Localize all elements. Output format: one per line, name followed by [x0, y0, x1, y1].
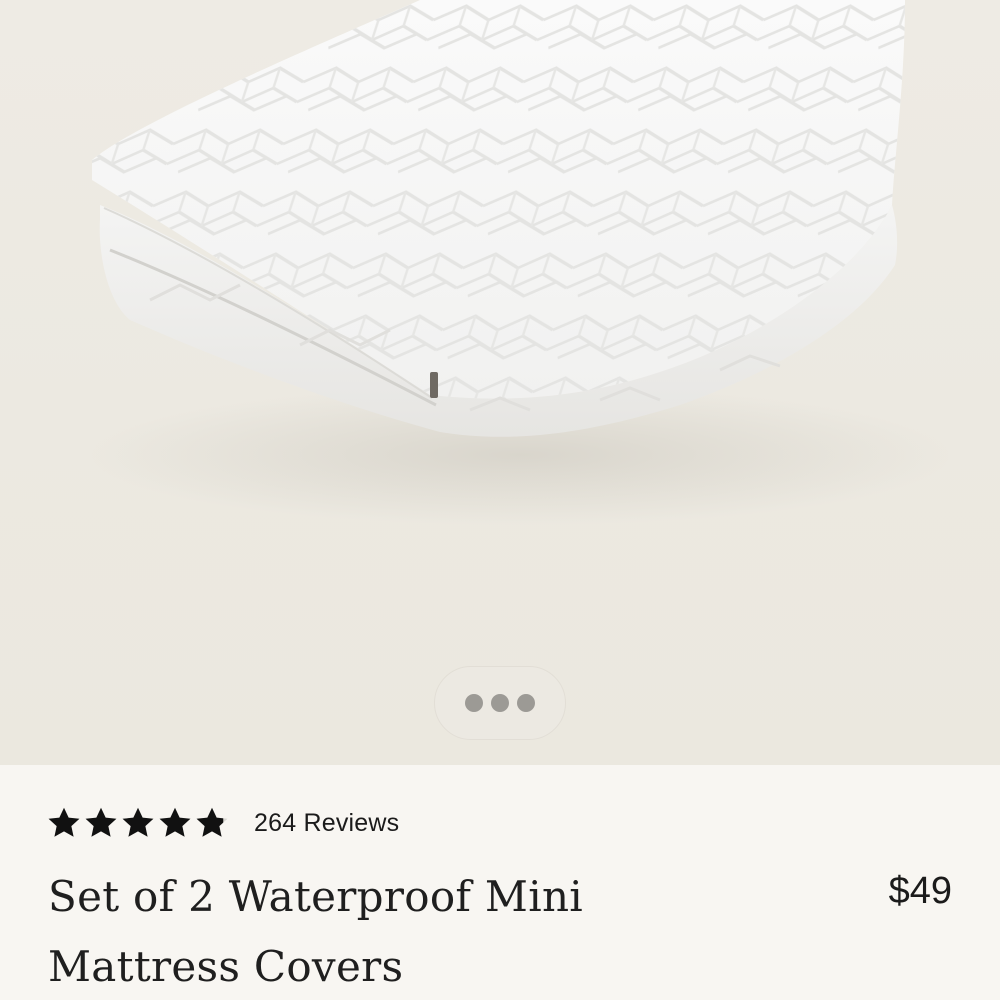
product-page: 264 Reviews Set of 2 Waterproof Mini Mat… [0, 0, 1000, 1000]
product-image-carousel[interactable] [0, 0, 1000, 765]
partial-star-icon [194, 805, 230, 841]
star-icon [83, 805, 119, 841]
star-icon [157, 805, 193, 841]
rating-summary[interactable]: 264 Reviews [46, 803, 399, 843]
reviews-count-link[interactable]: 264 Reviews [254, 809, 399, 838]
product-image[interactable] [0, 0, 1000, 765]
product-price: $49 [888, 870, 952, 912]
star-icon [46, 805, 82, 841]
product-title: Set of 2 Waterproof Mini Mattress Covers [48, 872, 584, 991]
carousel-dot[interactable] [465, 694, 483, 712]
carousel-dot[interactable] [517, 694, 535, 712]
carousel-dot[interactable] [491, 694, 509, 712]
carousel-pagination[interactable] [434, 666, 566, 740]
star-icon [120, 805, 156, 841]
star-rating [46, 805, 230, 841]
